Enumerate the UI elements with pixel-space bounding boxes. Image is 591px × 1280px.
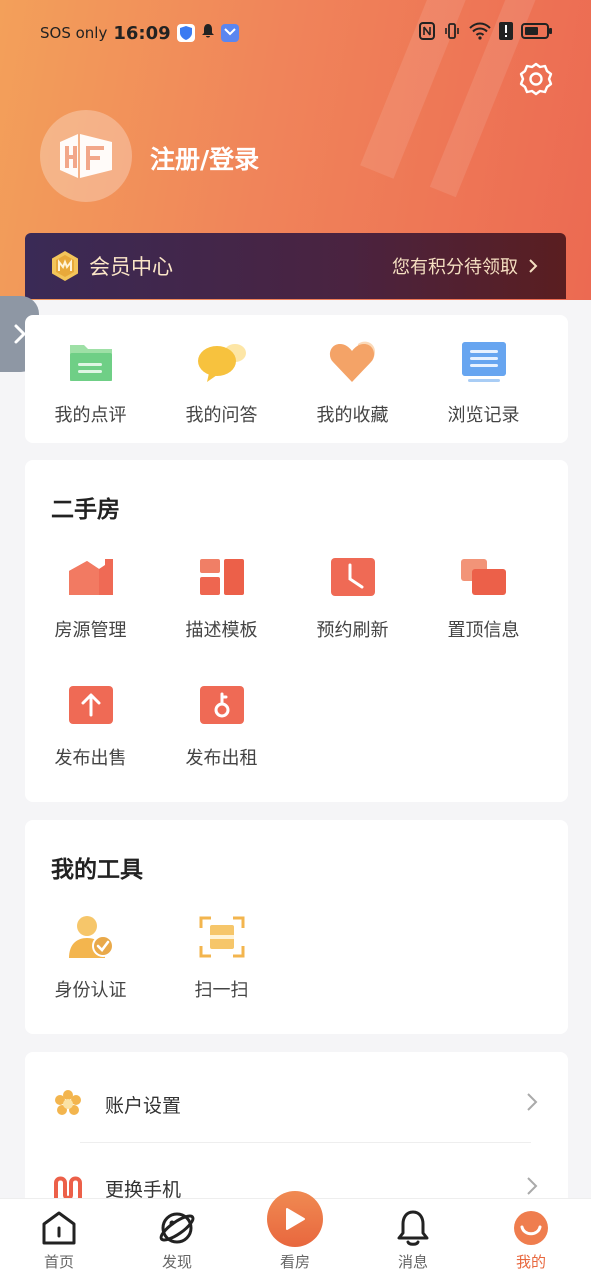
tab-label: 看房	[279, 1253, 310, 1271]
upload-arrow-icon	[66, 680, 116, 730]
ersf-item-label: 预约刷新	[316, 620, 389, 641]
comment-doc-icon	[66, 337, 116, 387]
tab-label: 首页	[43, 1253, 74, 1271]
ersf-item-listing-manage[interactable]: 房源管理	[25, 552, 156, 642]
house-manage-icon	[66, 552, 116, 602]
chevron-right-icon	[526, 1176, 538, 1200]
history-doc-icon	[459, 337, 509, 387]
play-icon	[267, 1191, 323, 1247]
quick-item-label: 我的问答	[185, 405, 258, 426]
clock-icon	[328, 552, 378, 602]
ersf-item-pin-top[interactable]: 置顶信息	[418, 552, 549, 642]
tab-label: 我的	[515, 1253, 546, 1271]
ersf-item-publish-sale[interactable]: 发布出售	[25, 680, 156, 770]
carrier-text: SOS only	[40, 24, 108, 42]
settings-gear-icon[interactable]	[517, 60, 555, 98]
tab-label: 消息	[397, 1253, 428, 1271]
list-item-account-settings[interactable]: 账户设置	[25, 1064, 568, 1144]
hf-logo-icon	[60, 134, 112, 178]
quick-actions-card: 我的点评 我的问答 我的收藏 浏览记录	[25, 315, 568, 443]
nfc-icon	[419, 22, 435, 44]
login-link[interactable]: 注册/登录	[150, 140, 259, 176]
notification-bell-icon	[201, 23, 215, 43]
quick-item-history[interactable]: 浏览记录	[418, 337, 549, 427]
wifi-icon	[469, 22, 491, 44]
quick-item-label: 我的收藏	[316, 405, 389, 426]
pin-top-icon	[459, 552, 509, 602]
quick-item-reviews[interactable]: 我的点评	[25, 337, 156, 427]
status-time: 16:09	[113, 22, 171, 44]
qa-bubble-icon	[197, 337, 247, 387]
avatar[interactable]: HF	[40, 110, 132, 202]
profile-header: SOS only 16:09 注册/登录 会员中心 您有积分待领取	[0, 0, 591, 300]
planet-icon	[158, 1209, 196, 1247]
section-title: 我的工具	[51, 857, 143, 883]
ersf-item-label: 描述模板	[185, 620, 258, 641]
key-icon	[197, 680, 247, 730]
battery-icon	[521, 22, 553, 44]
member-badge-icon	[51, 251, 79, 285]
scan-icon	[197, 912, 247, 962]
tab-home[interactable]: 首页	[0, 1199, 118, 1280]
tool-item-identity[interactable]: 身份认证	[25, 912, 156, 1002]
second-hand-house-card: 二手房 房源管理 描述模板 预约刷新 置顶信息 发布出售 发布出租	[25, 460, 568, 802]
ersf-item-label: 发布出售	[54, 748, 127, 769]
home-icon	[40, 1209, 78, 1247]
ersf-item-label: 发布出租	[185, 748, 258, 769]
status-bar: SOS only 16:09	[0, 18, 591, 48]
member-center-banner[interactable]: 会员中心 您有积分待领取	[25, 233, 566, 299]
list-divider	[80, 1142, 531, 1143]
template-icon	[197, 552, 247, 602]
heart-icon	[328, 337, 378, 387]
tool-item-scan[interactable]: 扫一扫	[156, 912, 287, 1002]
chevron-right-icon	[526, 1092, 538, 1116]
tab-view-house[interactable]: 看房	[236, 1191, 354, 1280]
tab-discover[interactable]: 发现	[118, 1199, 236, 1280]
tool-item-label: 扫一扫	[194, 980, 249, 1001]
vibrate-icon	[443, 22, 461, 44]
quick-item-favorites[interactable]: 我的收藏	[287, 337, 418, 427]
tab-messages[interactable]: 消息	[354, 1199, 472, 1280]
ersf-item-publish-rent[interactable]: 发布出租	[156, 680, 287, 770]
quick-item-label: 我的点评	[54, 405, 127, 426]
bottom-tab-bar: 首页 发现 看房 消息 我的	[0, 1191, 591, 1280]
quick-item-qa[interactable]: 我的问答	[156, 337, 287, 427]
bell-icon	[394, 1209, 432, 1247]
settings-list: 账户设置 更换手机	[25, 1052, 568, 1212]
quick-item-label: 浏览记录	[447, 405, 520, 426]
gear-flower-icon	[53, 1089, 83, 1119]
tab-mine[interactable]: 我的	[472, 1199, 590, 1280]
alert-icon	[499, 22, 513, 44]
member-subtitle: 您有积分待领取	[392, 257, 518, 278]
list-item-label: 账户设置	[105, 1094, 182, 1117]
section-title: 二手房	[51, 497, 120, 523]
chevron-right-icon	[529, 259, 538, 273]
shield-icon	[176, 24, 195, 42]
app-notify-icon	[220, 24, 239, 42]
smile-icon	[512, 1209, 550, 1247]
ersf-item-template[interactable]: 描述模板	[156, 552, 287, 642]
ersf-item-label: 置顶信息	[447, 620, 520, 641]
my-tools-card: 我的工具 身份认证 扫一扫	[25, 820, 568, 1034]
ersf-item-refresh[interactable]: 预约刷新	[287, 552, 418, 642]
ersf-item-label: 房源管理	[54, 620, 127, 641]
member-points-link[interactable]: 您有积分待领取	[392, 253, 538, 279]
tool-item-label: 身份认证	[54, 980, 127, 1001]
tab-label: 发现	[161, 1253, 192, 1271]
identity-verify-icon	[66, 912, 116, 962]
member-title: 会员中心	[89, 255, 173, 279]
